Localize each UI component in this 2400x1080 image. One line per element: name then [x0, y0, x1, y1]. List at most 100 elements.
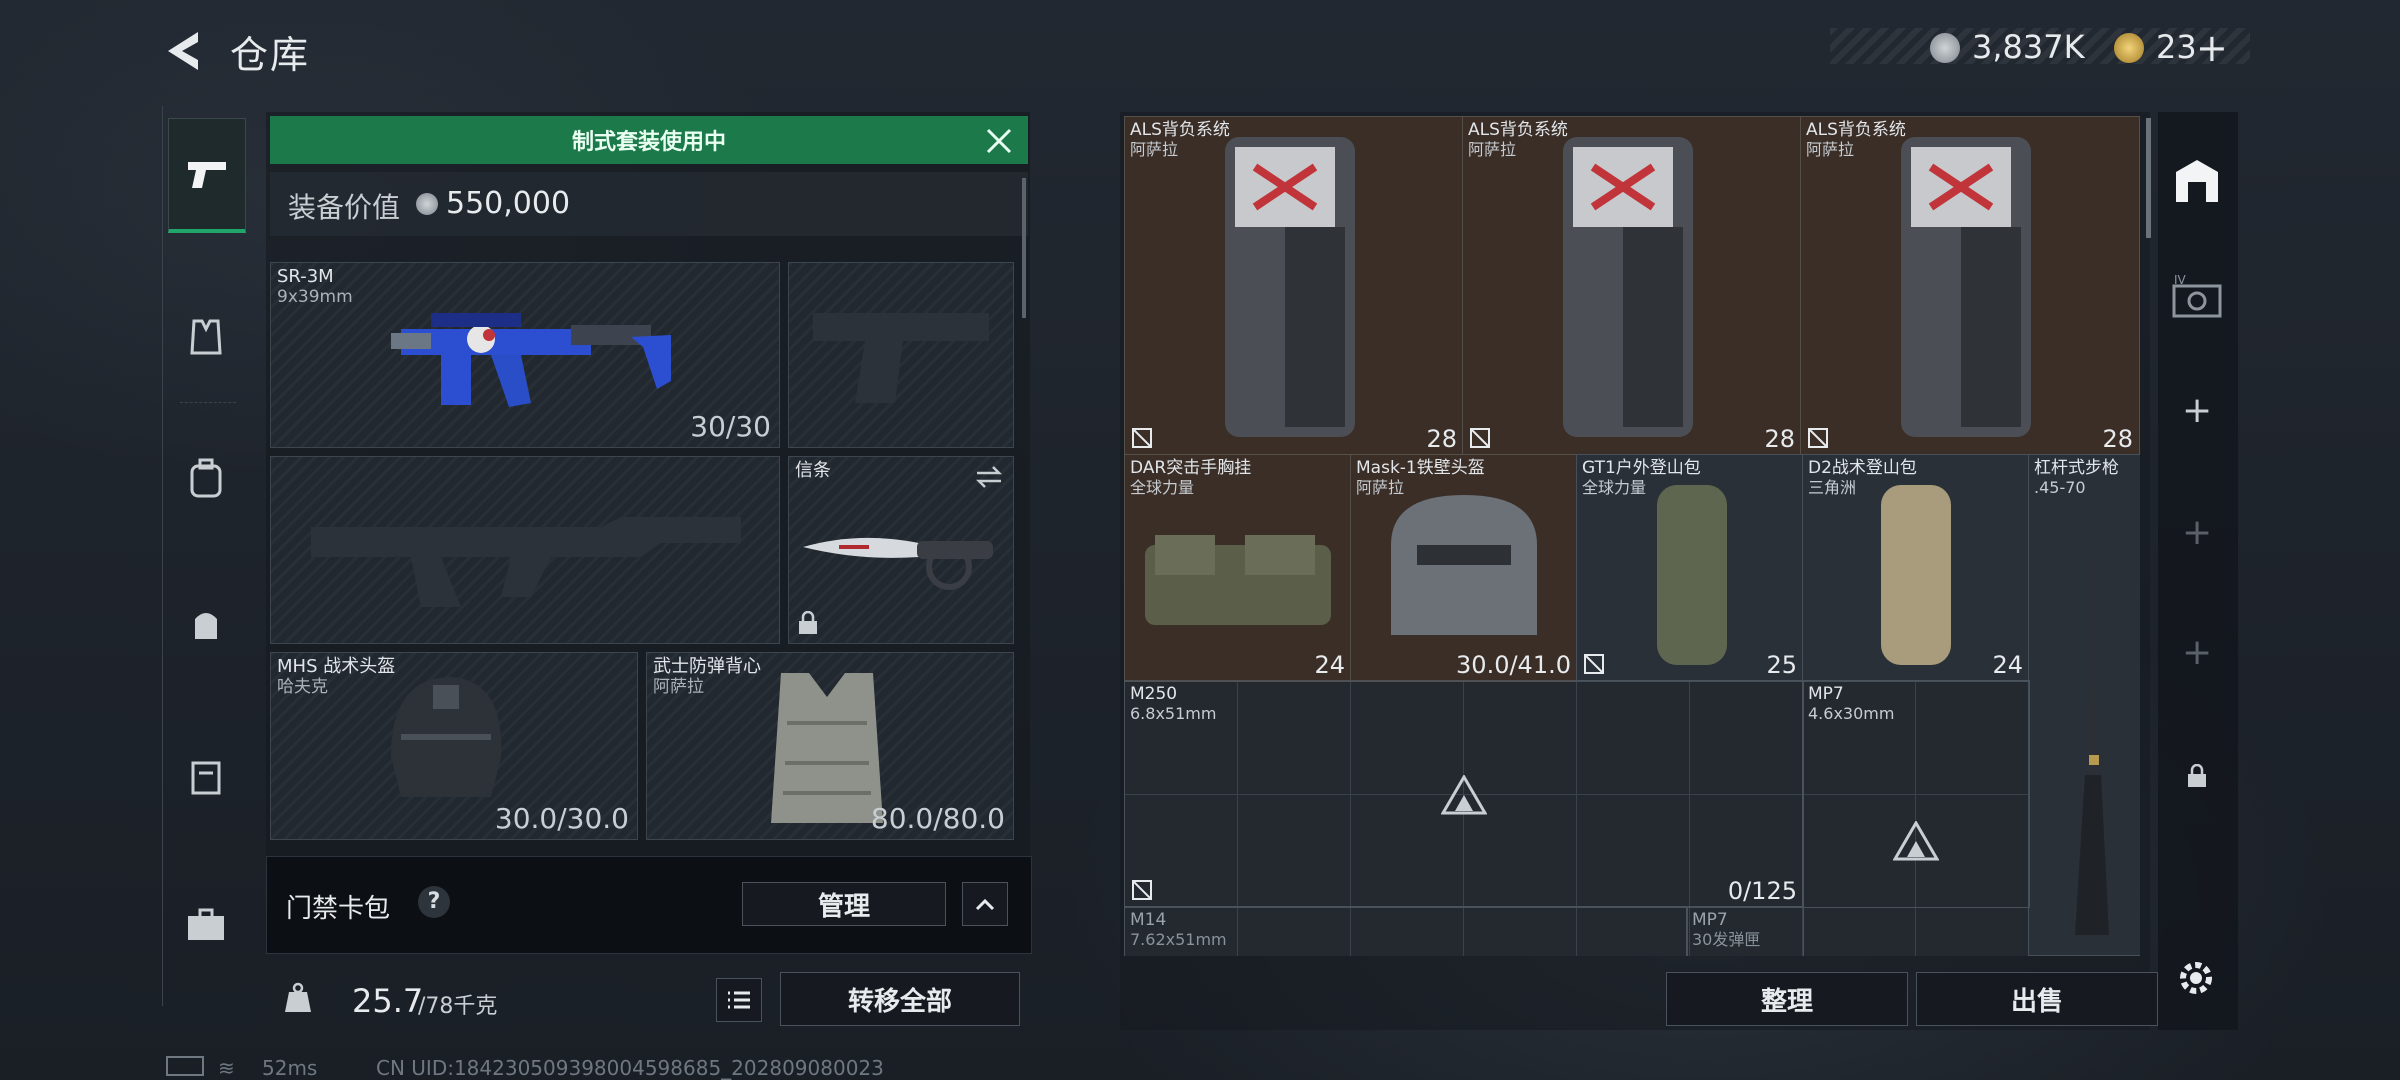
manage-button[interactable]: 管理	[742, 882, 946, 926]
lever-rifle-image-icon	[2075, 535, 2109, 935]
back-arrow-icon[interactable]	[160, 26, 210, 76]
help-icon[interactable]: ?	[418, 886, 450, 918]
inventory-item[interactable]: ALS背负系统 阿萨拉 28	[1800, 116, 2140, 456]
battery-icon	[166, 1056, 204, 1076]
equipment-value: 550,000	[446, 186, 571, 221]
armor-slot[interactable]: 武士防弹背心 阿萨拉 80.0/80.0	[646, 652, 1014, 840]
keycard-label: 门禁卡包	[286, 894, 391, 924]
no-insure-icon	[1584, 654, 1604, 674]
helmet-slot[interactable]: MHS 战术头盔 哈夫克 30.0/30.0	[270, 652, 638, 840]
item-count: 28	[1764, 425, 1795, 453]
page-title: 仓库	[230, 33, 311, 77]
rifle-image-icon	[391, 313, 671, 407]
tab-pouch[interactable]	[168, 570, 244, 680]
inventory-item[interactable]: M250 6.8x51mm 0/125	[1124, 680, 1804, 908]
safe-box-icon[interactable]: IV	[2170, 272, 2224, 322]
item-subtitle: 阿萨拉	[1130, 140, 1179, 159]
list-icon	[728, 991, 750, 1009]
list-view-button[interactable]	[716, 978, 762, 1022]
swap-icon[interactable]	[975, 465, 1003, 489]
tab-case[interactable]	[168, 870, 244, 980]
pistol-icon	[188, 162, 226, 188]
backpack-image-icon	[1881, 485, 1951, 665]
sidearm-slot[interactable]	[788, 262, 1014, 448]
item-subtitle: 7.62x51mm	[1130, 930, 1227, 949]
tab-weapons[interactable]	[168, 118, 246, 233]
item-subtitle: 阿萨拉	[1468, 140, 1517, 159]
vest-image-icon	[771, 673, 883, 823]
add-currency-icon[interactable]: +	[2196, 26, 2228, 70]
inventory-item[interactable]: ALS背负系统 阿萨拉 28	[1462, 116, 1802, 456]
item-count: 28	[2102, 425, 2133, 453]
gear-icon[interactable]	[2174, 956, 2218, 1000]
gold-coin-icon	[2114, 33, 2144, 63]
backpack-image-icon	[1563, 137, 1693, 437]
add-page-icon[interactable]: +	[2182, 632, 2212, 673]
silver-amount: 3,837K	[1972, 28, 2085, 66]
inventory-item[interactable]: M14 7.62x51mm	[1124, 906, 1688, 956]
backpack-image-icon	[1225, 137, 1355, 437]
item-count: 24	[1314, 651, 1345, 679]
inventory-item[interactable]: GT1户外登山包 全球力量 25	[1576, 454, 1804, 682]
chevron-up-icon	[975, 898, 995, 911]
knife-image-icon	[803, 537, 993, 590]
item-count: 25	[1766, 651, 1797, 679]
item-name: DAR突击手胸挂	[1130, 458, 1252, 478]
backpack-image-icon	[1657, 485, 1727, 665]
tab-divider	[180, 402, 236, 404]
rifle-silhouette-icon	[311, 517, 741, 607]
add-page-icon[interactable]: +	[2182, 512, 2212, 553]
primary-weapon-slot[interactable]: SR-3M 9x39mm 30/30	[270, 262, 780, 448]
triangle-logo-icon	[1893, 821, 1939, 861]
vest-icon	[190, 319, 222, 355]
no-insure-icon	[1808, 428, 1828, 448]
inventory-item[interactable]: 杠杆式步枪 .45-70	[2028, 454, 2140, 956]
item-subtitle: 全球力量	[1130, 478, 1195, 497]
close-icon[interactable]	[982, 124, 1016, 158]
uid-text: CN UID:18423050939800459868​5_2028090800…	[376, 1056, 884, 1080]
item-name: M14	[1130, 910, 1167, 930]
pouch-icon	[195, 613, 217, 639]
item-subtitle: 全球力量	[1582, 478, 1647, 497]
add-page-icon[interactable]: +	[2182, 390, 2212, 431]
expand-button[interactable]	[962, 882, 1008, 926]
sort-button[interactable]: 整理	[1666, 972, 1908, 1026]
gold-amount: 23	[2156, 28, 2197, 66]
tab-container[interactable]	[168, 722, 244, 832]
warehouse-icon[interactable]	[2172, 156, 2222, 206]
item-subtitle: .45-70	[2034, 478, 2086, 497]
inventory-scrollbar[interactable]	[2146, 118, 2151, 238]
secondary-weapon-slot[interactable]	[270, 456, 780, 644]
silver-coin-icon	[1930, 33, 1960, 63]
tab-backpack[interactable]	[168, 424, 244, 534]
right-rail	[2158, 112, 2238, 1030]
tab-armor[interactable]	[168, 282, 244, 392]
weapon-name: SR-3M	[277, 266, 334, 287]
container-icon	[191, 761, 221, 795]
item-subtitle: 6.8x51mm	[1130, 704, 1217, 723]
transfer-all-button[interactable]: 转移全部	[780, 972, 1020, 1026]
sell-button[interactable]: 出售	[1916, 972, 2158, 1026]
helmet-brand: 哈夫克	[277, 677, 328, 697]
chest-rig-image-icon	[1145, 535, 1331, 625]
item-name: 杠杆式步枪	[2034, 458, 2119, 478]
lock-icon	[2188, 764, 2206, 787]
panel-scrollbar[interactable]	[1022, 178, 1026, 318]
item-subtitle: 4.6x30mm	[1808, 704, 1895, 723]
armor-durability: 80.0/80.0	[870, 802, 1005, 835]
inventory-item[interactable]: D2战术登山包 三角洲 24	[1802, 454, 2030, 682]
inventory-item[interactable]: DAR突击手胸挂 全球力量 24	[1124, 454, 1352, 682]
item-count: 30.0/41.0	[1456, 651, 1571, 679]
armor-brand: 阿萨拉	[653, 677, 704, 697]
preset-banner: 制式套装使用中	[270, 116, 1028, 164]
helmet-durability: 30.0/30.0	[494, 802, 629, 835]
backpack-icon	[190, 458, 222, 498]
melee-slot[interactable]: 信条	[788, 456, 1014, 644]
inventory-item[interactable]: MP7 30发弹匣	[1686, 906, 1804, 956]
inventory-item[interactable]: Mask-1铁壁头盔 阿萨拉 30.0/41.0	[1350, 454, 1578, 682]
inventory-item[interactable]: ALS背负系统 阿萨拉 28	[1124, 116, 1464, 456]
item-name: MP7	[1808, 684, 1844, 704]
wifi-icon: ≋	[218, 1056, 235, 1080]
inventory-item[interactable]: MP7 4.6x30mm	[1802, 680, 2030, 908]
no-insure-icon	[1470, 428, 1490, 448]
